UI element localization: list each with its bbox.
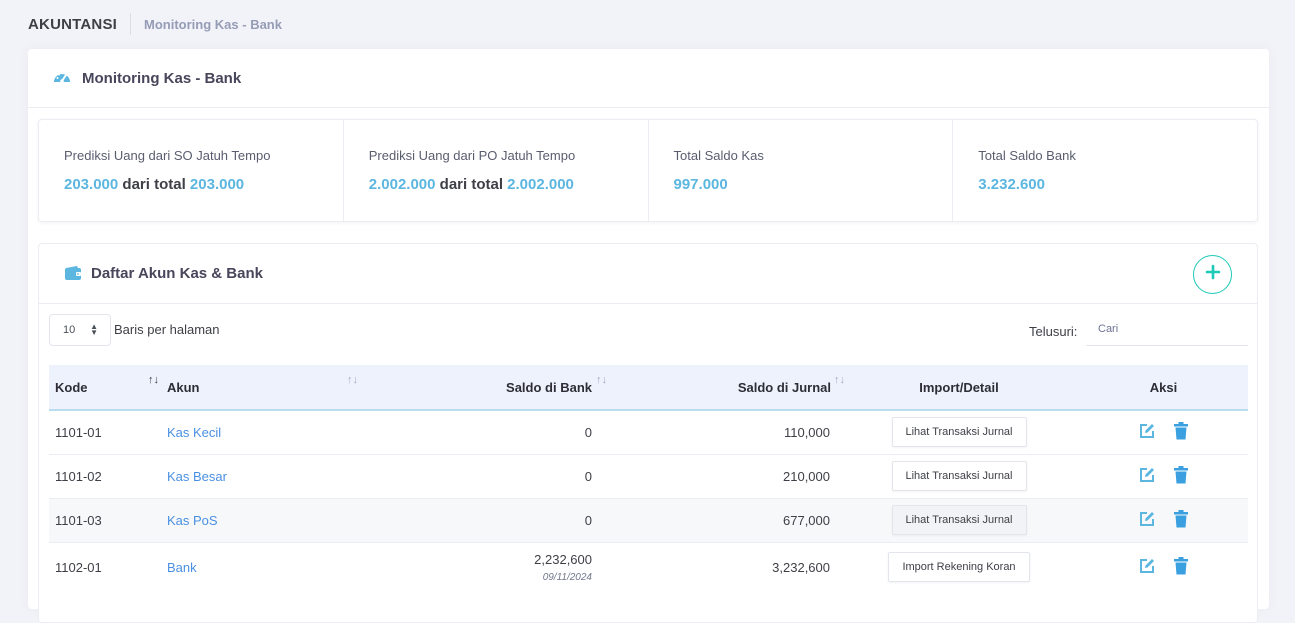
saldo-bank-date: 09/11/2024 [542, 571, 592, 583]
table-viewport: Kode ↑↓ Akun ↑↓ Saldo di Bank ↑↓ Saldo di J… [38, 243, 1258, 603]
cell-saldo-bank: 2,232,600 09/11/2024 [367, 542, 592, 592]
accounts-table: Kode ↑↓ Akun ↑↓ Saldo di Bank ↑↓ Saldo di J… [49, 365, 1248, 592]
edit-icon[interactable] [1138, 422, 1156, 440]
stat-connector: dari total [122, 176, 186, 193]
stat-label: Total Saldo Bank [978, 148, 1076, 163]
stat-label: Prediksi Uang dari SO Jatuh Tempo [64, 148, 271, 163]
app-title: AKUNTANSI [28, 15, 118, 33]
cell-kode: 1101-02 [49, 454, 167, 499]
cell-import: Lihat Transaksi Jurnal [839, 498, 1079, 543]
cell-akun: Kas PoS [167, 498, 367, 543]
stat-total: 203.000 [189, 176, 245, 193]
sort-icon: ↑↓ [347, 374, 358, 386]
saldo-bank-value: 0 [584, 468, 592, 484]
cell-aksi [1079, 454, 1248, 499]
col-import: Import/Detail [839, 365, 1079, 411]
cell-saldo-jurnal: 210,000 [592, 454, 839, 499]
col-saldo-bank[interactable]: Saldo di Bank ↑↓ [367, 365, 607, 411]
account-link[interactable]: Bank [167, 560, 197, 575]
trash-icon[interactable] [1173, 421, 1189, 440]
stat-value: 997.000 [674, 176, 953, 193]
col-kode[interactable]: Kode ↑↓ [49, 365, 167, 411]
edit-icon[interactable] [1138, 466, 1156, 484]
stat-amount: 2.002.000 [368, 176, 436, 193]
cell-import: Import Rekening Koran [839, 542, 1079, 592]
table-header-row: Kode ↑↓ Akun ↑↓ Saldo di Bank ↑↓ Saldo di J… [49, 365, 1248, 411]
cell-saldo-jurnal: 677,000 [592, 498, 839, 543]
col-akun[interactable]: Akun ↑↓ [167, 365, 367, 411]
table-row: 1101-02 Kas Besar 0 210,000 Lihat Transa… [49, 454, 1248, 499]
view-journal-button[interactable]: Lihat Transaksi Jurnal [891, 417, 1027, 448]
cell-saldo-jurnal: 110,000 [592, 410, 839, 455]
edit-icon[interactable] [1138, 510, 1156, 528]
edit-icon[interactable] [1138, 557, 1156, 575]
account-link[interactable]: Kas Kecil [167, 425, 221, 440]
view-journal-button[interactable]: Lihat Transaksi Jurnal [891, 461, 1027, 491]
trash-icon[interactable] [1173, 556, 1189, 575]
stats-row: Prediksi Uang dari SO Jatuh Tempo 203.00… [38, 119, 1258, 222]
view-journal-button[interactable]: Lihat Transaksi Jurnal [891, 505, 1027, 535]
stat-amount: 203.000 [64, 176, 119, 193]
cell-akun: Bank [167, 542, 367, 592]
stat-amount: 997.000 [673, 176, 728, 193]
table-row: 1101-03 Kas PoS 0 677,000 Lihat Transaks… [49, 498, 1248, 543]
saldo-bank-value: 2,232,600 [534, 551, 592, 567]
breadcrumb[interactable]: Monitoring Kas - Bank [144, 17, 282, 32]
cell-kode: 1101-01 [49, 410, 167, 455]
account-link[interactable]: Kas PoS [167, 513, 218, 528]
stat-total: 2.002.000 [507, 176, 574, 193]
cell-saldo-bank: 0 [367, 498, 592, 543]
cell-import: Lihat Transaksi Jurnal [839, 454, 1079, 499]
sort-asc-icon: ↑↓ [148, 374, 159, 386]
table-row: 1102-01 Bank 2,232,600 09/11/2024 3,232,6… [49, 542, 1248, 592]
cell-akun: Kas Besar [167, 454, 367, 499]
stat-value: 3.232.600 [978, 176, 1257, 193]
cell-kode: 1102-01 [55, 559, 102, 575]
subheader: AKUNTANSI Monitoring Kas - Bank [0, 0, 1295, 48]
cell-kode: 1101-03 [49, 498, 167, 543]
saldo-bank-value: 0 [584, 424, 592, 440]
cell-saldo-bank: 0 [367, 454, 592, 499]
cell-saldo-jurnal: 3,232,600 [772, 559, 830, 575]
cell-saldo-bank: 0 [367, 410, 592, 455]
stat-po-due: Prediksi Uang dari PO Jatuh Tempo 2.002.… [344, 120, 649, 221]
divider [130, 13, 132, 35]
portlet-header: Monitoring Kas - Bank [28, 49, 1269, 108]
trash-icon[interactable] [1173, 509, 1189, 528]
portlet-title: Monitoring Kas - Bank [82, 69, 242, 87]
account-link[interactable]: Kas Besar [167, 469, 227, 484]
trash-icon[interactable] [1173, 465, 1189, 484]
cell-akun: Kas Kecil [167, 410, 367, 455]
col-saldo-jurnal[interactable]: Saldo di Jurnal ↑↓ [592, 365, 845, 411]
stat-total-kas: Total Saldo Kas 997.000 [649, 120, 954, 221]
table-row: 1101-01 Kas Kecil 0 110,000 Lihat Transa… [49, 410, 1248, 455]
cell-aksi [1079, 542, 1248, 592]
stat-so-due: Prediksi Uang dari SO Jatuh Tempo 203.00… [39, 120, 344, 221]
stat-connector: dari total [439, 176, 503, 193]
stat-total-bank: Total Saldo Bank 3.232.600 [953, 120, 1257, 221]
speedometer-icon [52, 68, 72, 88]
cell-aksi [1079, 498, 1248, 543]
import-bank-statement-button[interactable]: Import Rekening Koran [888, 552, 1030, 583]
stat-value: 203.000 dari total 203.000 [64, 176, 343, 193]
stat-label: Total Saldo Kas [673, 148, 764, 163]
col-aksi: Aksi [1079, 365, 1248, 411]
stat-amount: 3.232.600 [978, 176, 1045, 193]
cell-aksi [1079, 410, 1248, 455]
saldo-bank-value: 0 [584, 512, 592, 528]
stat-value: 2.002.000 dari total 2.002.000 [369, 176, 648, 193]
stat-label: Prediksi Uang dari PO Jatuh Tempo [368, 148, 576, 163]
cell-import: Lihat Transaksi Jurnal [839, 410, 1079, 455]
